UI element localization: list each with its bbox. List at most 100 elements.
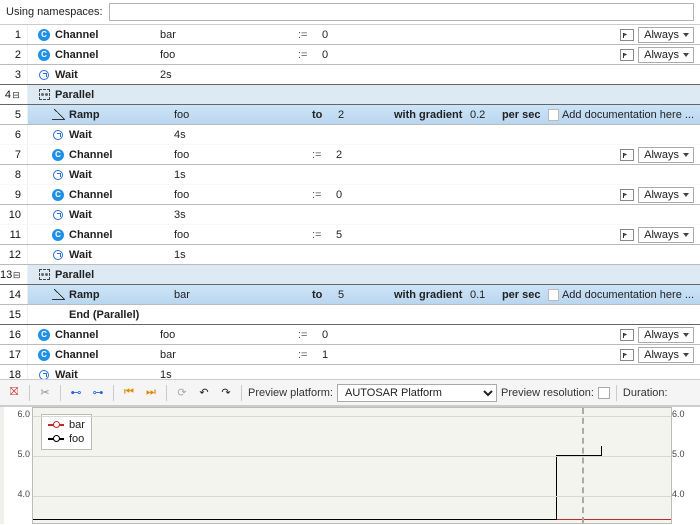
wait-time[interactable]: 1s	[156, 369, 298, 381]
trigger-select[interactable]: Always	[638, 27, 694, 43]
step-row[interactable]: 13Parallel	[0, 265, 700, 285]
channel-var[interactable]: bar	[156, 349, 298, 361]
doc-placeholder[interactable]: Add documentation here ...	[548, 289, 694, 301]
parallel-icon	[39, 269, 50, 280]
step-row[interactable]: 7CChannelfoo:=2Always	[0, 145, 700, 165]
wait-time[interactable]: 4s	[170, 129, 312, 141]
row-number: 18	[0, 365, 28, 380]
row-number: 16	[0, 325, 28, 344]
channel-var[interactable]: foo	[170, 189, 312, 201]
step-name: Channel	[52, 329, 156, 341]
channel-value[interactable]: 5	[336, 229, 388, 241]
ramp-gradient[interactable]: 0.1	[470, 289, 502, 301]
step-row[interactable]: 6 Wait4s	[0, 125, 700, 145]
toolbar: ⛝ ✂ ⊷ ⊶ ⏮ ⏭ ⟳ ↶ ↷ Preview platform: AUTO…	[0, 380, 700, 406]
step-row[interactable]: 1CChannelbar:=0Always	[0, 25, 700, 45]
step-row[interactable]: 10 Wait3s	[0, 205, 700, 225]
channel-var[interactable]: foo	[170, 229, 312, 241]
ramp-icon	[52, 289, 65, 300]
trigger-select[interactable]: Always	[638, 347, 694, 363]
step-in-icon[interactable]: ⊷	[67, 384, 85, 402]
ramp-to[interactable]: 2	[338, 109, 394, 121]
step-row[interactable]: 11CChannelfoo:=5Always	[0, 225, 700, 245]
step-row[interactable]: 17CChannelbar:=1Always	[0, 345, 700, 365]
delete-icon[interactable]: ⛝	[5, 384, 23, 402]
row-number: 9	[0, 185, 28, 204]
trigger-select[interactable]: Always	[638, 47, 694, 63]
trigger-icon	[620, 149, 634, 161]
channel-value[interactable]: 0	[336, 189, 388, 201]
ramp-var[interactable]: bar	[170, 289, 312, 301]
row-number: 11	[0, 225, 28, 244]
channel-var[interactable]: bar	[156, 29, 298, 41]
step-row[interactable]: 12Wait1s	[0, 245, 700, 265]
expand-icon[interactable]	[11, 89, 21, 101]
channel-value[interactable]: 0	[322, 329, 374, 341]
channel-icon: C	[38, 349, 50, 361]
step-row[interactable]: 4Parallel	[0, 85, 700, 105]
step-name: Channel	[66, 149, 170, 161]
step-name: Channel	[66, 189, 170, 201]
preview-platform-select[interactable]: AUTOSAR Platform	[337, 384, 497, 402]
step-grid: 1CChannelbar:=0Always2CChannelfoo:=0Alwa…	[0, 25, 700, 380]
wait-time[interactable]: 3s	[170, 209, 312, 221]
step-row[interactable]: 3Wait2s	[0, 65, 700, 85]
refresh-icon[interactable]: ⟳	[173, 384, 191, 402]
channel-value[interactable]: 2	[336, 149, 388, 161]
step-name: Channel	[52, 29, 156, 41]
preview-resolution-label: Preview resolution:	[501, 387, 594, 399]
trigger-icon	[620, 49, 634, 61]
doc-placeholder[interactable]: Add documentation here ...	[548, 109, 694, 121]
step-name: Channel	[52, 49, 156, 61]
trigger-select[interactable]: Always	[638, 227, 694, 243]
step-row[interactable]: 8Wait1s	[0, 165, 700, 185]
row-number: 6	[0, 125, 28, 144]
step-row[interactable]: 9CChannelfoo:=0Always	[0, 185, 700, 205]
wait-time[interactable]: 2s	[156, 69, 298, 81]
preview-resolution-checkbox[interactable]	[598, 387, 610, 399]
row-number: 3	[0, 65, 28, 84]
wait-time[interactable]: 1s	[170, 169, 312, 181]
step-row[interactable]: 15End (Parallel)	[0, 305, 700, 325]
step-name: Parallel	[52, 269, 156, 281]
preview-platform-label: Preview platform:	[248, 387, 333, 399]
step-row[interactable]: 14Rampbarto5with gradient0.1per secAdd d…	[0, 285, 700, 305]
wait-icon	[53, 250, 63, 260]
redo-icon[interactable]: ↷	[217, 384, 235, 402]
channel-value[interactable]: 1	[322, 349, 374, 361]
trigger-select[interactable]: Always	[638, 147, 694, 163]
trigger-select[interactable]: Always	[638, 187, 694, 203]
legend-label: bar	[69, 419, 85, 431]
row-number: 14	[0, 285, 28, 304]
channel-value[interactable]: 0	[322, 29, 374, 41]
expand-icon[interactable]	[12, 269, 21, 281]
wait-time[interactable]: 1s	[170, 249, 312, 261]
step-row[interactable]: 18Wait1s	[0, 365, 700, 380]
step-name: Wait	[66, 129, 170, 141]
row-number: 10	[0, 205, 28, 224]
ramp-to[interactable]: 5	[338, 289, 394, 301]
channel-var[interactable]: foo	[156, 49, 298, 61]
row-number: 17	[0, 345, 28, 364]
channel-var[interactable]: foo	[156, 329, 298, 341]
ramp-gradient[interactable]: 0.2	[470, 109, 502, 121]
step-row[interactable]: 2CChannelfoo:=0Always	[0, 45, 700, 65]
ramp-var[interactable]: foo	[170, 109, 312, 121]
indent-right-icon[interactable]: ⏭	[142, 384, 160, 402]
indent-left-icon[interactable]: ⏮	[120, 384, 138, 402]
cut-icon[interactable]: ✂	[36, 384, 54, 402]
step-name: Wait	[66, 209, 170, 221]
undo-icon[interactable]: ↶	[195, 384, 213, 402]
step-row[interactable]: 16CChannelfoo:=0Always	[0, 325, 700, 345]
channel-var[interactable]: foo	[170, 149, 312, 161]
step-over-icon[interactable]: ⊶	[89, 384, 107, 402]
step-row[interactable]: 5Rampfooto2with gradient0.2per secAdd do…	[0, 105, 700, 125]
step-name: End (Parallel)	[66, 309, 170, 321]
channel-value[interactable]: 0	[322, 49, 374, 61]
row-number: 1	[0, 25, 28, 44]
step-name: Ramp	[66, 289, 170, 301]
trigger-select[interactable]: Always	[638, 327, 694, 343]
channel-icon: C	[52, 189, 64, 201]
namespaces-input[interactable]	[109, 3, 694, 21]
doc-icon	[548, 109, 559, 121]
